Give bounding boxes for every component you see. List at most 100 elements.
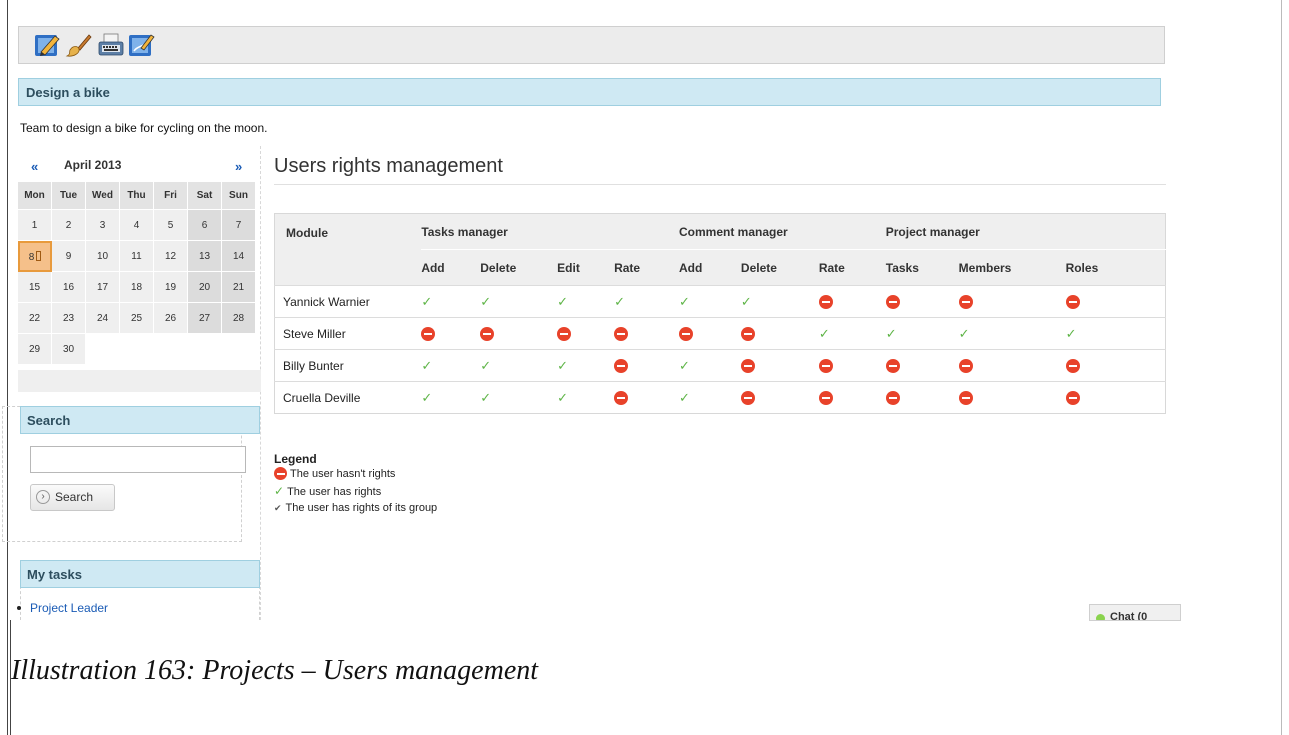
calendar-day[interactable]: 28 — [222, 303, 256, 334]
calendar-day[interactable]: 15 — [18, 272, 52, 303]
calendar-day-name: Mon — [18, 182, 52, 210]
right-cell[interactable] — [1065, 349, 1166, 382]
calendar-day[interactable]: 25 — [120, 303, 154, 334]
calendar-day[interactable]: 17 — [86, 272, 120, 303]
right-cell[interactable]: ✓ — [421, 381, 481, 414]
deny-icon — [614, 390, 629, 405]
right-cell[interactable] — [885, 381, 959, 414]
calendar-day-names: Mon Tue Wed Thu Fri Sat Sun — [18, 182, 256, 210]
calendar-empty-cell — [120, 334, 154, 365]
right-cell[interactable] — [740, 317, 819, 350]
calendar-day[interactable]: 7 — [222, 210, 256, 241]
right-cell[interactable] — [1065, 285, 1166, 318]
right-cell[interactable]: ✓ — [614, 285, 679, 318]
check-icon: ✓ — [679, 389, 690, 405]
calendar-day[interactable]: 16 — [52, 272, 86, 303]
column-header: Delete — [480, 249, 558, 286]
calendar-day[interactable]: 14 — [222, 241, 256, 272]
right-cell[interactable]: ✓ — [557, 349, 615, 382]
task-link[interactable]: Project Leader — [17, 601, 108, 615]
calendar-day[interactable]: 11 — [120, 241, 154, 272]
right-cell[interactable]: ✓ — [885, 317, 959, 350]
calendar-next-button[interactable]: » — [235, 159, 242, 174]
right-cell[interactable]: ✓ — [740, 285, 819, 318]
right-cell[interactable] — [679, 317, 741, 350]
calendar-day[interactable]: 27 — [188, 303, 222, 334]
calendar-footer — [18, 370, 261, 392]
calendar-day-today[interactable]: 8 — [18, 241, 52, 272]
right-cell[interactable] — [557, 317, 615, 350]
calendar-prev-button[interactable]: « — [31, 159, 38, 174]
right-cell[interactable]: ✓ — [421, 349, 481, 382]
right-cell[interactable] — [818, 349, 886, 382]
right-cell[interactable] — [818, 285, 886, 318]
right-cell[interactable] — [885, 285, 959, 318]
deny-icon — [421, 326, 436, 341]
calendar-day[interactable]: 30 — [52, 334, 86, 365]
calendar-day[interactable]: 29 — [18, 334, 52, 365]
user-name: Cruella Deville — [274, 381, 422, 414]
right-cell[interactable]: ✓ — [480, 349, 558, 382]
calendar-day[interactable]: 4 — [120, 210, 154, 241]
brush-icon[interactable] — [64, 32, 92, 58]
calendar-day[interactable]: 19 — [154, 272, 188, 303]
edit-project-icon[interactable] — [33, 32, 61, 58]
right-cell[interactable] — [740, 349, 819, 382]
right-cell[interactable] — [1065, 381, 1166, 414]
edit-document-icon[interactable] — [127, 32, 155, 58]
right-cell[interactable]: ✓ — [557, 285, 615, 318]
right-cell[interactable]: ✓ — [1065, 317, 1166, 350]
deny-icon — [958, 390, 973, 405]
calendar-day[interactable]: 21 — [222, 272, 256, 303]
right-cell[interactable]: ✓ — [557, 381, 615, 414]
caret-icon — [36, 250, 42, 261]
calendar-day[interactable]: 2 — [52, 210, 86, 241]
calendar-day[interactable]: 10 — [86, 241, 120, 272]
right-cell[interactable] — [421, 317, 481, 350]
right-cell[interactable] — [885, 349, 959, 382]
calendar-day[interactable]: 20 — [188, 272, 222, 303]
right-cell[interactable] — [958, 349, 1066, 382]
right-cell[interactable] — [480, 317, 558, 350]
right-cell[interactable]: ✓ — [421, 285, 481, 318]
calendar-day[interactable]: 9 — [52, 241, 86, 272]
right-cell[interactable] — [614, 349, 679, 382]
right-cell[interactable]: ✓ — [480, 381, 558, 414]
right-cell[interactable] — [614, 381, 679, 414]
typewriter-icon[interactable] — [97, 32, 125, 58]
right-cell[interactable] — [614, 317, 679, 350]
calendar-day[interactable]: 3 — [86, 210, 120, 241]
column-header: Delete — [740, 249, 819, 286]
legend-item-has-rights: ✓ The user has rights — [274, 483, 437, 500]
user-rights-row: Steve Miller ✓ ✓ ✓ ✓ — [274, 317, 1166, 350]
right-cell[interactable]: ✓ — [958, 317, 1066, 350]
right-cell[interactable] — [958, 381, 1066, 414]
right-cell[interactable]: ✓ — [818, 317, 886, 350]
calendar-day[interactable]: 26 — [154, 303, 188, 334]
column-header: Rate — [614, 249, 679, 286]
right-cell[interactable] — [958, 285, 1066, 318]
search-button[interactable]: › Search — [30, 484, 115, 511]
right-cell[interactable]: ✓ — [679, 349, 741, 382]
right-cell[interactable]: ✓ — [679, 381, 741, 414]
deny-icon — [274, 467, 287, 480]
right-cell[interactable] — [818, 381, 886, 414]
check-icon: ✓ — [557, 389, 569, 405]
calendar-day[interactable]: 24 — [86, 303, 120, 334]
calendar-day[interactable]: 18 — [120, 272, 154, 303]
chat-widget[interactable]: Chat (0 — [1089, 604, 1181, 621]
calendar-day[interactable]: 6 — [188, 210, 222, 241]
calendar-day[interactable]: 22 — [18, 303, 52, 334]
deny-icon — [740, 358, 755, 373]
user-name: Yannick Warnier — [274, 285, 422, 318]
calendar-day[interactable]: 1 — [18, 210, 52, 241]
calendar-day[interactable]: 12 — [154, 241, 188, 272]
search-input[interactable] — [30, 446, 246, 473]
right-cell[interactable]: ✓ — [480, 285, 558, 318]
right-cell[interactable] — [740, 381, 819, 414]
calendar-day[interactable]: 5 — [154, 210, 188, 241]
calendar-day[interactable]: 13 — [188, 241, 222, 272]
calendar-day[interactable]: 23 — [52, 303, 86, 334]
check-icon: ✓ — [480, 389, 492, 405]
right-cell[interactable]: ✓ — [679, 285, 741, 318]
